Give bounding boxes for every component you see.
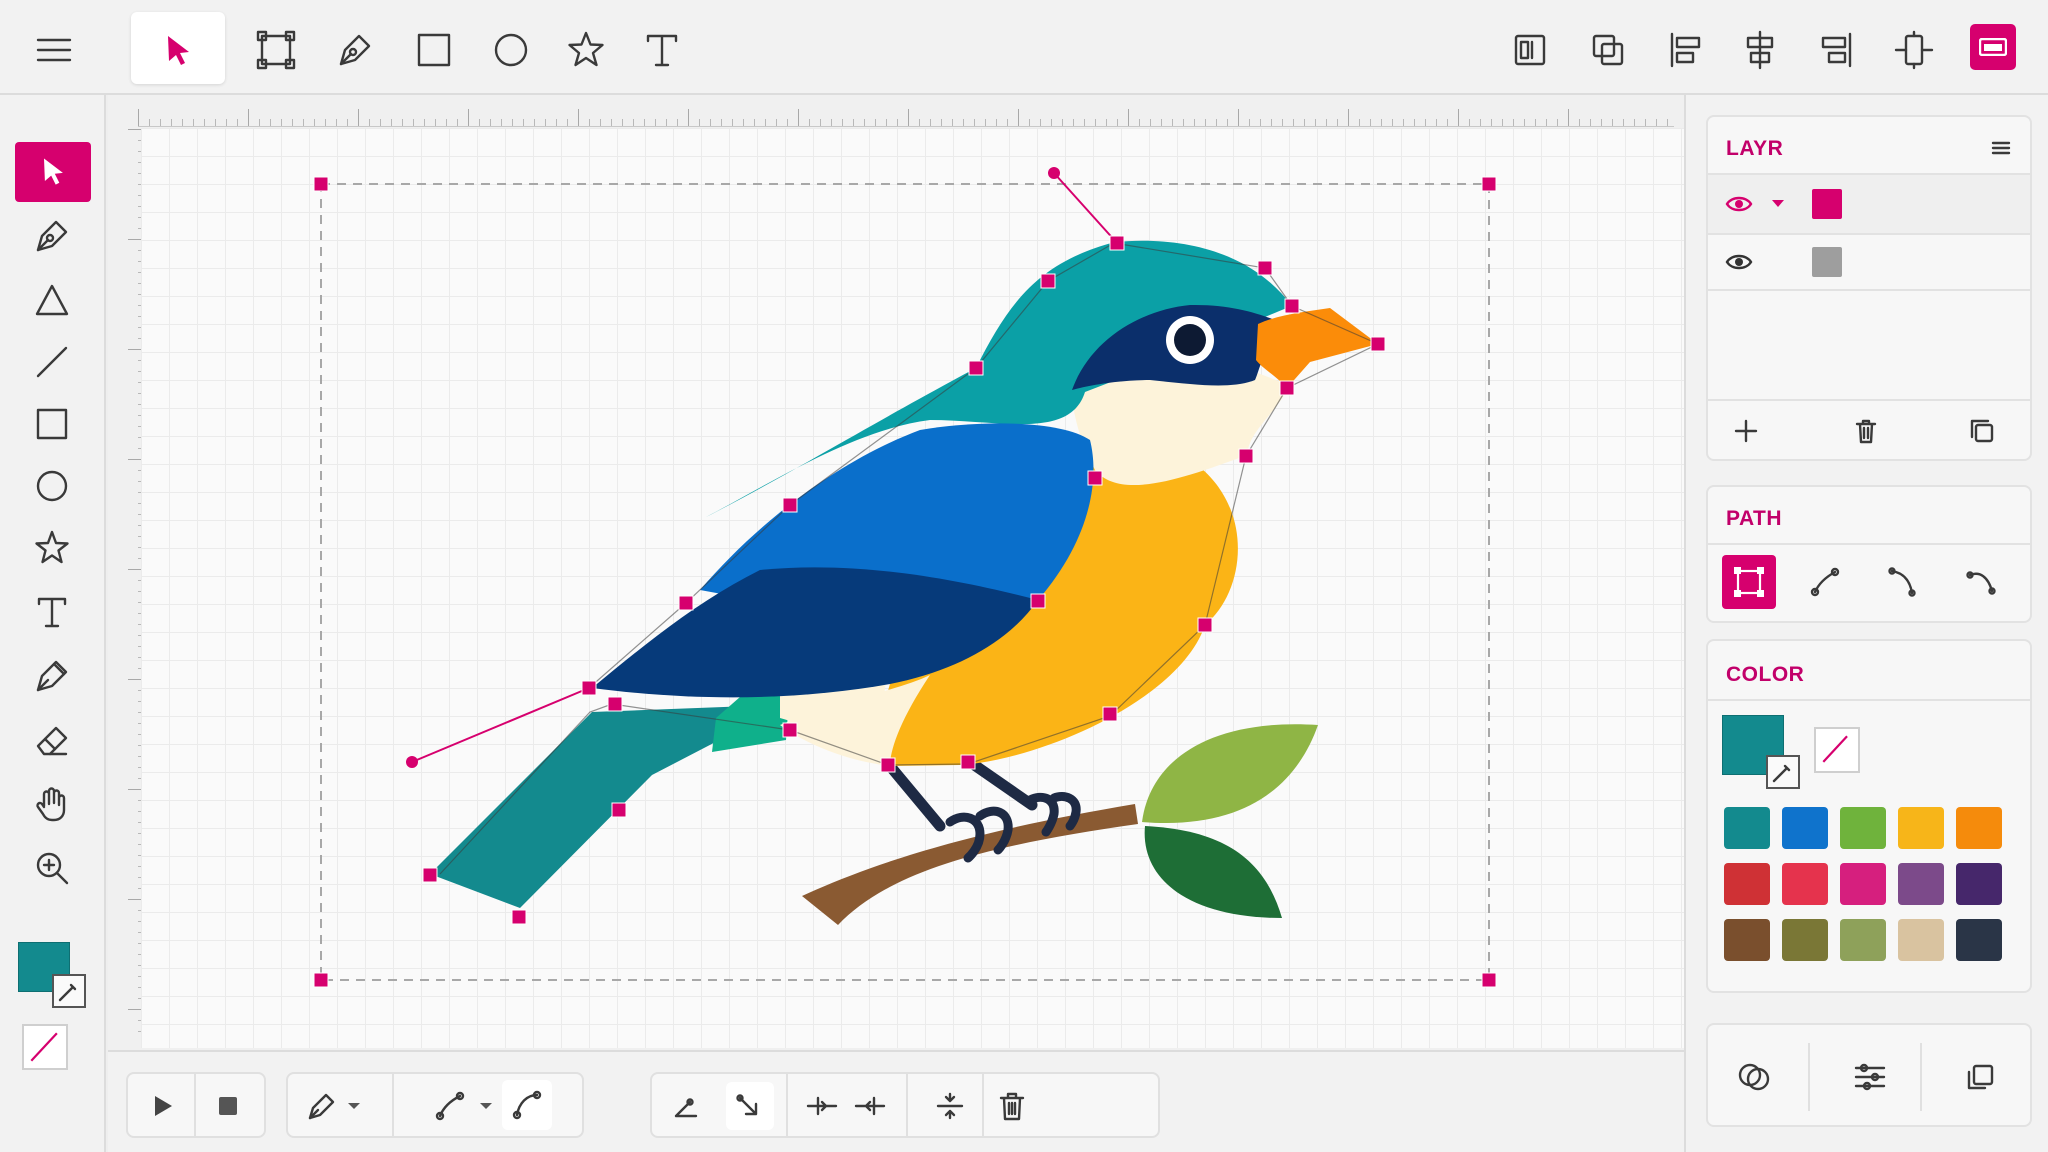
stop-icon[interactable]: [208, 1086, 248, 1126]
color-title: COLOR: [1726, 663, 1805, 686]
curve-in-icon[interactable]: [1884, 563, 1922, 601]
actions-panel: [1706, 1023, 2032, 1127]
hand-icon[interactable]: [32, 784, 72, 824]
triangle-icon[interactable]: [32, 280, 72, 320]
color-swatch[interactable]: [1724, 863, 1770, 905]
color-swatch[interactable]: [1956, 807, 2002, 849]
layer-row[interactable]: [1708, 175, 2030, 233]
transform-icon[interactable]: [254, 28, 298, 72]
star-icon[interactable]: [564, 28, 608, 72]
layers-panel: LAYR: [1706, 115, 2032, 461]
boolean-icon[interactable]: [1734, 1057, 1774, 1097]
text-icon[interactable]: [32, 592, 72, 632]
chevron-down-icon[interactable]: [342, 1086, 366, 1126]
chevron-down-icon[interactable]: [474, 1086, 498, 1126]
color-swatch[interactable]: [1956, 863, 2002, 905]
pen-icon[interactable]: [302, 1086, 342, 1126]
handle-out-button-active[interactable]: [726, 1082, 774, 1130]
color-panel: COLOR: [1706, 639, 2032, 993]
stroke-color-swatch[interactable]: [22, 1024, 68, 1070]
play-icon[interactable]: [142, 1086, 182, 1126]
color-swatch[interactable]: [1782, 807, 1828, 849]
align-left-icon[interactable]: [1664, 28, 1708, 72]
right-panel: LAYR PATH COLOR: [1684, 95, 2048, 1152]
curve-icon: [507, 1085, 547, 1125]
path-title: PATH: [1726, 507, 1783, 530]
trash-icon[interactable]: [992, 1086, 1032, 1126]
pen-icon[interactable]: [333, 28, 377, 72]
select-arrow-icon: [35, 154, 71, 190]
visibility-eye-icon[interactable]: [1724, 247, 1754, 277]
curve-out-icon[interactable]: [1962, 563, 2000, 601]
layer-row[interactable]: [1708, 235, 2030, 289]
selection-overlay[interactable]: [108, 95, 1684, 1050]
eyedropper-icon[interactable]: [52, 974, 86, 1008]
sliders-icon[interactable]: [1850, 1057, 1890, 1097]
color-swatch[interactable]: [1724, 919, 1770, 961]
export-icon: [1979, 38, 2007, 56]
color-swatch[interactable]: [1898, 863, 1944, 905]
add-layer-icon[interactable]: [1730, 415, 1762, 447]
eraser-icon[interactable]: [32, 720, 72, 760]
top-toolbar: [0, 0, 2048, 95]
node-edit-icon[interactable]: [430, 1086, 470, 1126]
align-right-icon[interactable]: [1814, 28, 1858, 72]
tool-select-active[interactable]: [131, 12, 225, 84]
ellipse-icon[interactable]: [32, 466, 72, 506]
playback-group: [126, 1072, 266, 1138]
text-icon[interactable]: [640, 28, 684, 72]
delete-layer-icon[interactable]: [1850, 415, 1882, 447]
duplicate-layer-icon[interactable]: [1966, 415, 1998, 447]
color-swatch[interactable]: [1956, 919, 2002, 961]
zoom-in-icon[interactable]: [32, 848, 72, 888]
color-swatch[interactable]: [1724, 807, 1770, 849]
pen-options-group: [286, 1072, 584, 1138]
transform-icon: [1731, 564, 1767, 600]
handle-out-icon: [730, 1086, 770, 1126]
path-panel: PATH: [1706, 485, 2032, 623]
color-swatch[interactable]: [1782, 863, 1828, 905]
align-center-icon[interactable]: [1738, 28, 1782, 72]
color-swatch[interactable]: [1898, 919, 1944, 961]
color-swatch[interactable]: [1840, 863, 1886, 905]
align-nodes-icon[interactable]: [930, 1086, 970, 1126]
color-swatch[interactable]: [1840, 807, 1886, 849]
bottom-toolbar: [108, 1050, 1684, 1152]
panel-menu-icon[interactable]: [1986, 133, 2016, 163]
current-stroke-swatch[interactable]: [1814, 727, 1860, 773]
align-center-box-icon[interactable]: [1586, 28, 1630, 72]
tool-select-active-left[interactable]: [15, 142, 91, 202]
eyedropper-icon[interactable]: [1766, 755, 1800, 789]
layer-color-swatch: [1812, 247, 1842, 277]
layer-color-swatch: [1812, 189, 1842, 219]
star-icon[interactable]: [32, 528, 72, 568]
select-arrow-icon: [158, 30, 198, 70]
chevron-down-icon[interactable]: [1768, 195, 1788, 213]
rectangle-icon[interactable]: [412, 28, 456, 72]
color-swatch[interactable]: [1898, 807, 1944, 849]
distribute-icon[interactable]: [1892, 28, 1936, 72]
node-edit-icon[interactable]: [1806, 563, 1844, 601]
join-node-icon[interactable]: [850, 1086, 890, 1126]
node-tools-group: [650, 1072, 1160, 1138]
split-node-icon[interactable]: [802, 1086, 842, 1126]
export-button[interactable]: [1970, 24, 2016, 70]
pen-nib-icon[interactable]: [32, 656, 72, 696]
layers-title: LAYR: [1726, 137, 1784, 160]
path-transform-button-active[interactable]: [1722, 555, 1776, 609]
curve-button-active[interactable]: [502, 1080, 552, 1130]
menu-icon[interactable]: [32, 28, 76, 72]
pen-icon[interactable]: [32, 216, 72, 256]
rectangle-icon[interactable]: [32, 404, 72, 444]
ellipse-icon[interactable]: [489, 28, 533, 72]
copy-icon[interactable]: [1960, 1057, 2000, 1097]
line-icon[interactable]: [32, 342, 72, 382]
color-swatch[interactable]: [1840, 919, 1886, 961]
align-left-edge-icon[interactable]: [1508, 28, 1552, 72]
handle-in-icon[interactable]: [666, 1086, 706, 1126]
visibility-eye-icon[interactable]: [1724, 189, 1754, 219]
color-swatch[interactable]: [1782, 919, 1828, 961]
